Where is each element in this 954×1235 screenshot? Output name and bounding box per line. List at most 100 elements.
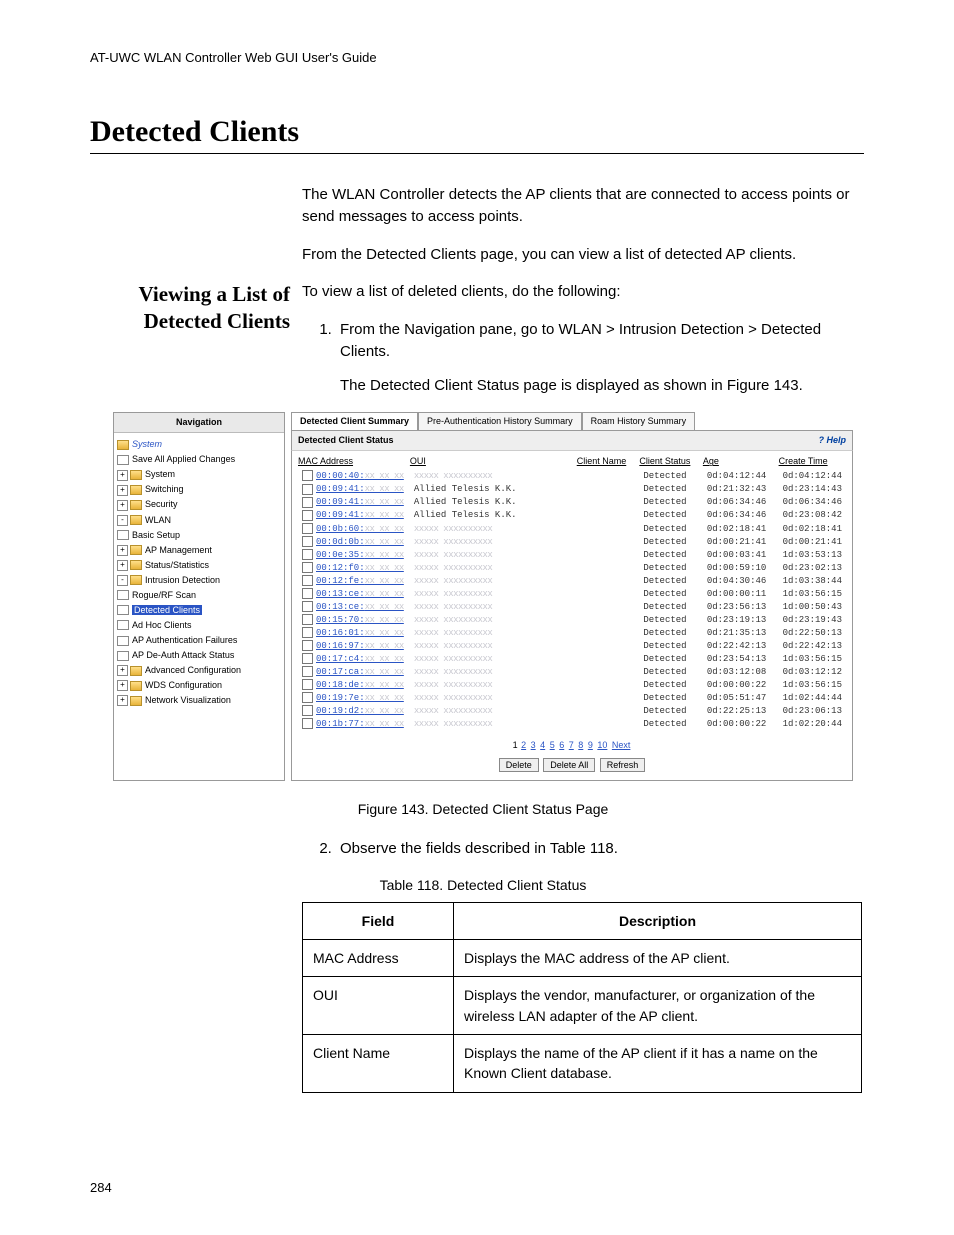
pager-page[interactable]: 6	[559, 740, 564, 750]
row-checkbox[interactable]	[302, 549, 313, 560]
tree-wlan[interactable]: -WLAN	[117, 513, 281, 528]
mac-link[interactable]: 00:19:7e:xx xx xx	[316, 693, 404, 703]
pager-page[interactable]: 9	[588, 740, 593, 750]
mac-link[interactable]: 00:19:d2:xx xx xx	[316, 706, 404, 716]
row-checkbox[interactable]	[302, 562, 313, 573]
col-oui[interactable]: OUI	[410, 455, 577, 470]
table-row: 00:0d:0b:xx xx xxxxxxx xxxxxxxxxxDetecte…	[298, 536, 846, 549]
table-row: Client NameDisplays the name of the AP c…	[303, 1034, 862, 1092]
tree-system[interactable]: +System	[117, 467, 281, 482]
tab-roam-history[interactable]: Roam History Summary	[582, 412, 696, 430]
tree-ap-deauth-attack[interactable]: AP De-Auth Attack Status	[117, 648, 281, 663]
tree-security[interactable]: +Security	[117, 497, 281, 512]
pager-page[interactable]: 3	[531, 740, 536, 750]
mac-link[interactable]: 00:16:97:xx xx xx	[316, 641, 404, 651]
tab-preauth-history[interactable]: Pre-Authentication History Summary	[418, 412, 582, 430]
detected-clients-table: MAC Address OUI Client Name Client Statu…	[298, 455, 846, 731]
row-checkbox[interactable]	[302, 575, 313, 586]
mac-link[interactable]: 00:00:40:xx xx xx	[316, 471, 404, 481]
row-checkbox[interactable]	[302, 692, 313, 703]
pager-page[interactable]: 4	[540, 740, 545, 750]
mac-link[interactable]: 00:09:41:xx xx xx	[316, 497, 404, 507]
table-row: 00:16:97:xx xx xxxxxxx xxxxxxxxxxDetecte…	[298, 640, 846, 653]
pager-page[interactable]: 10	[597, 740, 607, 750]
row-checkbox[interactable]	[302, 497, 313, 508]
table-row: 00:12:f0:xx xx xxxxxxx xxxxxxxxxxDetecte…	[298, 562, 846, 575]
row-checkbox[interactable]	[302, 510, 313, 521]
row-checkbox[interactable]	[302, 705, 313, 716]
col-client-status[interactable]: Client Status	[639, 455, 703, 470]
col-mac[interactable]: MAC Address	[298, 455, 410, 470]
tree-basic-setup[interactable]: Basic Setup	[117, 528, 281, 543]
row-checkbox[interactable]	[302, 484, 313, 495]
tree-detected-clients[interactable]: Detected Clients	[117, 603, 281, 618]
row-checkbox[interactable]	[302, 470, 313, 481]
tree-switching[interactable]: +Switching	[117, 482, 281, 497]
tree-wds-config[interactable]: +WDS Configuration	[117, 678, 281, 693]
help-link[interactable]: ? Help	[818, 434, 846, 447]
row-checkbox[interactable]	[302, 653, 313, 664]
mac-link[interactable]: 00:15:70:xx xx xx	[316, 615, 404, 625]
mac-link[interactable]: 00:09:41:xx xx xx	[316, 510, 404, 520]
table-row: 00:0b:60:xx xx xxxxxxx xxxxxxxxxxDetecte…	[298, 523, 846, 536]
pager-page[interactable]: 5	[550, 740, 555, 750]
col-age[interactable]: Age	[703, 455, 779, 470]
row-checkbox[interactable]	[302, 588, 313, 599]
row-checkbox[interactable]	[302, 523, 313, 534]
step-2: Observe the fields described in Table 11…	[336, 838, 864, 860]
tree-ad-hoc-clients[interactable]: Ad Hoc Clients	[117, 618, 281, 633]
row-checkbox[interactable]	[302, 627, 313, 638]
row-checkbox[interactable]	[302, 666, 313, 677]
pager-page[interactable]: 8	[578, 740, 583, 750]
tbl-head-description: Description	[454, 902, 862, 939]
pager-page[interactable]: 7	[569, 740, 574, 750]
mac-link[interactable]: 00:13:ce:xx xx xx	[316, 589, 404, 599]
row-checkbox[interactable]	[302, 718, 313, 729]
delete-all-button[interactable]: Delete All	[543, 758, 595, 772]
row-checkbox[interactable]	[302, 536, 313, 547]
row-checkbox[interactable]	[302, 614, 313, 625]
delete-button[interactable]: Delete	[499, 758, 539, 772]
lead-sentence: To view a list of deleted clients, do th…	[302, 281, 864, 303]
table-row: 00:0e:35:xx xx xxxxxxx xxxxxxxxxxDetecte…	[298, 549, 846, 562]
mac-link[interactable]: 00:12:f0:xx xx xx	[316, 563, 404, 573]
tree-root[interactable]: System	[117, 437, 281, 452]
mac-link[interactable]: 00:16:01:xx xx xx	[316, 628, 404, 638]
tree-network-visualization[interactable]: +Network Visualization	[117, 693, 281, 708]
tree-rogue-rf-scan[interactable]: Rogue/RF Scan	[117, 588, 281, 603]
page-title: Detected Clients	[90, 115, 864, 149]
table-caption: Table 118. Detected Client Status	[102, 875, 864, 895]
tree-save-changes[interactable]: Save All Applied Changes	[117, 452, 281, 467]
tree-ap-auth-failures[interactable]: AP Authentication Failures	[117, 633, 281, 648]
col-create-time[interactable]: Create Time	[779, 455, 846, 470]
intro-paragraph-2: From the Detected Clients page, you can …	[302, 244, 864, 266]
mac-link[interactable]: 00:12:fe:xx xx xx	[316, 576, 404, 586]
mac-link[interactable]: 00:17:ca:xx xx xx	[316, 667, 404, 677]
figure-caption: Figure 143. Detected Client Status Page	[102, 799, 864, 819]
mac-link[interactable]: 00:0d:0b:xx xx xx	[316, 537, 404, 547]
mac-link[interactable]: 00:13:ce:xx xx xx	[316, 602, 404, 612]
tree-status-statistics[interactable]: +Status/Statistics	[117, 558, 281, 573]
pager-page[interactable]: 2	[521, 740, 526, 750]
tree-ap-management[interactable]: +AP Management	[117, 543, 281, 558]
tab-detected-client-summary[interactable]: Detected Client Summary	[291, 412, 418, 430]
mac-link[interactable]: 00:0e:35:xx xx xx	[316, 550, 404, 560]
navigation-title: Navigation	[114, 413, 284, 433]
mac-link[interactable]: 00:18:de:xx xx xx	[316, 680, 404, 690]
refresh-button[interactable]: Refresh	[600, 758, 646, 772]
mac-link[interactable]: 00:09:41:xx xx xx	[316, 484, 404, 494]
col-client-name[interactable]: Client Name	[577, 455, 640, 470]
tbl-head-field: Field	[303, 902, 454, 939]
tree-advanced-config[interactable]: +Advanced Configuration	[117, 663, 281, 678]
mac-link[interactable]: 00:0b:60:xx xx xx	[316, 524, 404, 534]
table-row: 00:15:70:xx xx xxxxxxx xxxxxxxxxxDetecte…	[298, 614, 846, 627]
tree-intrusion-detection[interactable]: -Intrusion Detection	[117, 573, 281, 588]
row-checkbox[interactable]	[302, 679, 313, 690]
page-number: 284	[90, 1180, 112, 1195]
table-118: Field Description MAC AddressDisplays th…	[302, 902, 862, 1093]
row-checkbox[interactable]	[302, 601, 313, 612]
mac-link[interactable]: 00:1b:77:xx xx xx	[316, 719, 404, 729]
mac-link[interactable]: 00:17:c4:xx xx xx	[316, 654, 404, 664]
pager-next[interactable]: Next	[612, 740, 631, 750]
row-checkbox[interactable]	[302, 640, 313, 651]
